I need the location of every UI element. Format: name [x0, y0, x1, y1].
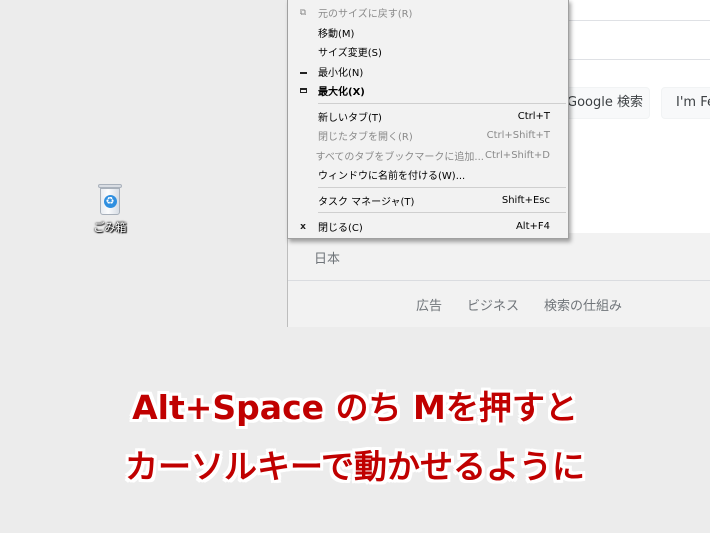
menu-item-close[interactable]: x 閉じる(C) Alt+F4 [288, 217, 568, 236]
menu-item-maximize[interactable]: 最大化(X) [288, 81, 568, 100]
close-icon: x [300, 221, 306, 232]
minimize-icon [288, 67, 318, 77]
menu-separator [318, 187, 566, 188]
restore-icon: ⧉ [299, 7, 307, 18]
menu-item-name-window[interactable]: ウィンドウに名前を付ける(W)... [288, 165, 568, 184]
maximize-icon [288, 86, 318, 96]
menu-item-new-tab[interactable]: 新しいタブ(T) Ctrl+T [288, 107, 568, 126]
menu-item-restore[interactable]: ⧉ 元のサイズに戻す(R) [288, 3, 568, 22]
recycle-bin-label: ごみ箱 [93, 221, 127, 234]
menu-item-move[interactable]: 移動(M) [288, 23, 568, 42]
menu-item-minimize[interactable]: 最小化(N) [288, 62, 568, 81]
footer-link-business[interactable]: ビジネス [467, 295, 519, 314]
feeling-lucky-button[interactable]: I'm Feeling Lucky [661, 87, 710, 119]
window-system-menu: ⧉ 元のサイズに戻す(R) 移動(M) サイズ変更(S) 最小化(N) 最大化(… [287, 0, 569, 239]
menu-item-task-manager[interactable]: タスク マネージャ(T) Shift+Esc [288, 191, 568, 210]
page-footer: 日本 広告 ビジネス 検索の仕組み [288, 233, 710, 327]
menu-item-reopen-closed-tab[interactable]: 閉じたタブを開く(R) Ctrl+Shift+T [288, 126, 568, 145]
footer-link-how-search-works[interactable]: 検索の仕組み [544, 295, 622, 314]
menu-separator [318, 212, 566, 213]
recycle-bin-shortcut[interactable]: ♻ ごみ箱 [84, 182, 136, 235]
footer-divider [288, 280, 710, 281]
footer-country: 日本 [314, 252, 341, 267]
caption-line-2: カーソルキーで動かせるように [124, 447, 586, 486]
menu-item-resize[interactable]: サイズ変更(S) [288, 42, 568, 61]
recycle-bin-icon: ♻ [97, 182, 123, 216]
footer-link-ads[interactable]: 広告 [416, 295, 442, 314]
menu-separator [318, 103, 566, 104]
menu-item-bookmark-all-tabs[interactable]: すべてのタブをブックマークに追加... Ctrl+Shift+D [288, 146, 568, 165]
caption-line-1: Alt+Space のち Mを押すと [132, 388, 578, 427]
